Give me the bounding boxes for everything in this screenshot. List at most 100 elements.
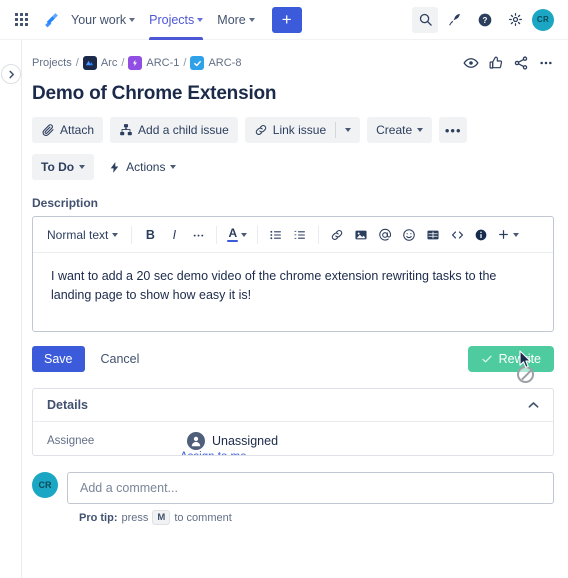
assignee-label: Assignee bbox=[47, 435, 95, 447]
description-editor: Normal text B I A I want to add a 20 sec… bbox=[32, 216, 554, 332]
project-icon bbox=[82, 56, 97, 70]
add-icon[interactable] bbox=[494, 223, 522, 247]
attach-label: Attach bbox=[60, 123, 95, 137]
create-issue-button[interactable]: Create bbox=[367, 117, 433, 143]
watch-icon[interactable] bbox=[463, 55, 479, 71]
create-button[interactable]: + bbox=[271, 6, 302, 33]
status-badge: To Do bbox=[41, 160, 75, 174]
chevron-up-icon[interactable] bbox=[528, 401, 539, 409]
chevron-down-icon bbox=[129, 17, 136, 22]
save-button[interactable]: Save bbox=[32, 346, 85, 372]
nav-item-your-work[interactable]: Your work bbox=[64, 0, 142, 40]
text-style-dropdown[interactable]: Normal text bbox=[41, 223, 124, 247]
share-icon[interactable] bbox=[513, 55, 529, 71]
link-icon[interactable] bbox=[326, 223, 348, 247]
details-panel: Details Assignee Unassigned Assign to me bbox=[32, 388, 554, 456]
italic-button[interactable]: I bbox=[163, 223, 185, 247]
nav-item-projects[interactable]: Projects bbox=[142, 0, 210, 40]
assignee-name: Unassigned bbox=[212, 434, 279, 448]
mention-icon[interactable] bbox=[374, 223, 396, 247]
search-icon[interactable] bbox=[412, 6, 438, 33]
add-child-issue-button[interactable]: Add a child issue bbox=[110, 117, 238, 143]
chevron-down-icon bbox=[241, 232, 248, 237]
text-color-button[interactable]: A bbox=[224, 223, 250, 247]
breadcrumb-row: Projects / Arc / ARC-1 / ARC-8 bbox=[32, 52, 554, 74]
link-issue-label: Link issue bbox=[272, 123, 327, 137]
issue-more-button[interactable]: ••• bbox=[439, 117, 468, 143]
chevron-down-icon bbox=[345, 128, 352, 132]
nav-item-more[interactable]: More bbox=[210, 0, 261, 40]
breadcrumb-item-projects[interactable]: Projects bbox=[32, 57, 72, 69]
breadcrumb-separator: / bbox=[75, 57, 79, 69]
cancel-button[interactable]: Cancel bbox=[97, 352, 144, 366]
chevron-down-icon bbox=[417, 128, 424, 132]
app-switcher-icon[interactable] bbox=[10, 9, 32, 31]
user-avatar[interactable]: CR bbox=[532, 8, 554, 31]
text-style-label: Normal text bbox=[47, 227, 109, 242]
comment-avatar: CR bbox=[32, 472, 58, 498]
child-issue-icon bbox=[119, 123, 133, 137]
image-icon[interactable] bbox=[350, 223, 372, 247]
link-issue-button[interactable]: Link issue bbox=[245, 117, 335, 143]
details-header[interactable]: Details bbox=[33, 389, 553, 422]
chevron-down-icon bbox=[112, 232, 119, 237]
breadcrumb-item-arc-1[interactable]: ARC-1 bbox=[146, 57, 179, 69]
divider bbox=[257, 225, 259, 244]
info-icon[interactable] bbox=[470, 223, 492, 247]
nav-item-label: Projects bbox=[149, 12, 195, 27]
breadcrumb-separator: / bbox=[183, 57, 187, 69]
editor-footer-actions: Save Cancel Rewrite bbox=[32, 346, 554, 383]
chevron-down-icon bbox=[248, 17, 255, 22]
status-dropdown[interactable]: To Do bbox=[32, 154, 95, 180]
bullet-list-icon[interactable] bbox=[265, 223, 287, 247]
pro-tip-mid: press bbox=[121, 511, 149, 524]
breadcrumb-separator: / bbox=[121, 57, 125, 69]
more-actions-icon[interactable] bbox=[538, 55, 554, 71]
issue-header-actions bbox=[463, 55, 554, 71]
assignee-row: Assignee Unassigned bbox=[33, 422, 553, 450]
description-label: Description bbox=[32, 196, 99, 210]
like-icon[interactable] bbox=[488, 55, 504, 71]
details-title: Details bbox=[47, 398, 88, 412]
notifications-icon[interactable] bbox=[442, 7, 468, 33]
emoji-icon[interactable] bbox=[398, 223, 420, 247]
expand-sidebar-button[interactable] bbox=[1, 64, 21, 84]
jira-logo-icon[interactable] bbox=[38, 8, 64, 32]
nav-item-label: More bbox=[217, 12, 246, 27]
rewrite-button[interactable]: Rewrite bbox=[467, 346, 554, 372]
svg-text:?: ? bbox=[483, 16, 488, 25]
status-row: To Do Actions bbox=[32, 154, 554, 180]
table-icon[interactable] bbox=[422, 223, 444, 247]
lightning-icon bbox=[108, 161, 121, 174]
attach-icon bbox=[41, 123, 55, 137]
attach-button[interactable]: Attach bbox=[32, 117, 104, 143]
more-formatting-button[interactable] bbox=[187, 223, 209, 247]
chevron-down-icon bbox=[79, 165, 86, 169]
avatar-placeholder-icon bbox=[187, 432, 205, 450]
add-comment-row: CR Add a comment... bbox=[32, 472, 554, 504]
create-label: Create bbox=[376, 123, 413, 137]
divider bbox=[131, 225, 133, 244]
comment-input[interactable]: Add a comment... bbox=[67, 472, 554, 504]
pro-tip-prefix: Pro tip: bbox=[79, 511, 118, 524]
add-child-issue-label: Add a child issue bbox=[138, 123, 229, 137]
divider bbox=[216, 225, 218, 244]
assign-to-me-link[interactable]: Assign to me bbox=[180, 451, 553, 455]
page-title[interactable]: Demo of Chrome Extension bbox=[32, 83, 554, 105]
settings-icon[interactable] bbox=[502, 7, 528, 33]
assignee-value[interactable]: Unassigned bbox=[187, 432, 278, 450]
bold-button[interactable]: B bbox=[139, 223, 161, 247]
epic-icon bbox=[128, 56, 143, 70]
breadcrumb-item-arc-8[interactable]: ARC-8 bbox=[208, 57, 241, 69]
pro-tip-suffix: to comment bbox=[174, 511, 232, 524]
breadcrumb: Projects / Arc / ARC-1 / ARC-8 bbox=[32, 56, 241, 70]
code-icon[interactable] bbox=[446, 223, 468, 247]
chevron-down-icon bbox=[197, 17, 204, 22]
numbered-list-icon[interactable] bbox=[289, 223, 311, 247]
divider bbox=[318, 225, 320, 244]
description-body[interactable]: I want to add a 20 sec demo video of the… bbox=[33, 253, 553, 331]
help-icon[interactable]: ? bbox=[472, 7, 498, 33]
breadcrumb-item-arc[interactable]: Arc bbox=[101, 57, 118, 69]
actions-dropdown[interactable]: Actions bbox=[108, 160, 177, 174]
link-issue-dropdown-button[interactable] bbox=[336, 117, 360, 143]
